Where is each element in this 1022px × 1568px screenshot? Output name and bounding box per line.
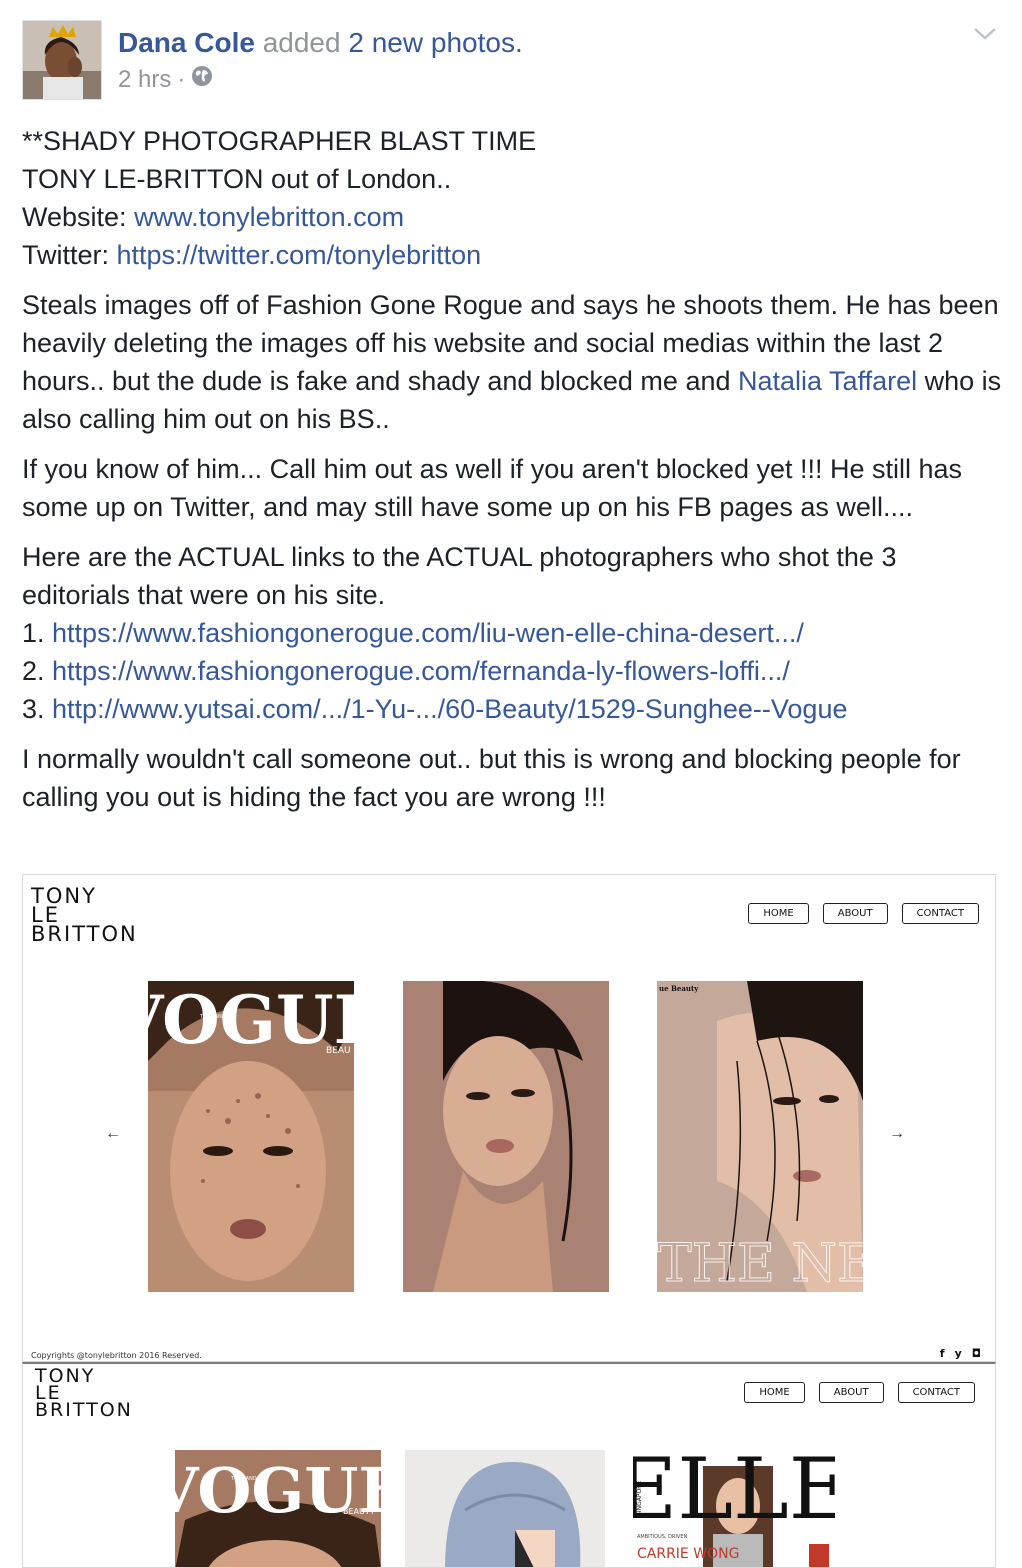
post-photo-2[interactable]: TONY LE BRITTON HOME ABOUT CONTACT VOGUE… [22, 1362, 996, 1568]
nav-home-button: HOME [744, 1382, 805, 1403]
nav-about-button: ABOUT [818, 1382, 884, 1403]
post-paragraph-3: If you know of him... Call him out as we… [22, 454, 963, 522]
post-paragraph-2: Steals images off of Fashion Gone Rogue … [22, 286, 1007, 438]
source-link-2[interactable]: https://www.fashiongonerogue.com/fernand… [52, 656, 790, 686]
cover-photo-elle: ELLE SINGAPORE AMBITIOUS, DRIVEN CARRIE … [633, 1446, 835, 1567]
website-label: Website: [22, 202, 135, 232]
chevron-down-icon[interactable] [972, 22, 998, 44]
twitter-icon: y [954, 1347, 962, 1360]
twitter-link[interactable]: https://twitter.com/tonylebritton [117, 240, 482, 270]
facebook-icon: f [939, 1347, 945, 1360]
instagram-icon: ◘ [971, 1347, 981, 1360]
nav-about-button: ABOUT [822, 903, 888, 924]
cover-title: ELLE [633, 1446, 835, 1538]
cover-photo-vogue-beauty: ue Beauty THE NEW [657, 981, 863, 1292]
post-line-title: **SHADY PHOTOGRAPHER BLAST TIME [22, 126, 537, 156]
site-nav: HOME ABOUT CONTACT [744, 1382, 975, 1403]
twitter-label: Twitter: [22, 240, 117, 270]
cover-overlay-text: THE NEW [657, 1234, 863, 1292]
link-number: 1. [22, 618, 53, 648]
cover-side-text: BEAU [326, 1046, 351, 1056]
post-meta: 2 hrs · [118, 64, 213, 96]
cover-corner-text: ue Beauty [659, 984, 699, 993]
logo-line: BRITTON [35, 1399, 133, 1421]
site-logo: TONY LE BRITTON [35, 1367, 133, 1421]
post-paragraph-4: Here are the ACTUAL links to the ACTUAL … [22, 538, 1007, 728]
blue-hair-photo [405, 1450, 605, 1567]
prev-arrow-icon: ← [105, 1125, 121, 1142]
cover-side-text: BEAUTY [343, 1507, 375, 1516]
cover-subtitle: THAILAND [199, 1014, 226, 1020]
site-logo: TONY LE BRITTON [31, 886, 138, 946]
author-name[interactable]: Dana Cole [118, 27, 255, 58]
cover-title: VOGUE [175, 1454, 381, 1527]
links-intro: Here are the ACTUAL links to the ACTUAL … [22, 542, 897, 610]
link-number: 2. [22, 656, 53, 686]
cover-name: CARRIE WONG [637, 1546, 739, 1562]
link-number: 3. [22, 694, 53, 724]
post-header: Dana Cole added 2 new photos. [118, 26, 523, 60]
action-object-link[interactable]: 2 new photos. [348, 27, 522, 58]
source-link-3[interactable]: http://www.yutsai.com/.../1-Yu-.../60-Be… [52, 694, 847, 724]
cover-title: VOGUE [148, 981, 354, 1059]
logo-line: BRITTON [31, 922, 138, 946]
mention-link[interactable]: Natalia Taffarel [738, 366, 917, 396]
post-photo-1[interactable]: TONY LE BRITTON HOME ABOUT CONTACT ← → V… [22, 874, 996, 1362]
next-arrow-icon: → [889, 1125, 905, 1142]
cover-subtitle: THAILAND [230, 1476, 257, 1482]
globe-icon[interactable] [191, 64, 213, 96]
meta-separator: · [177, 66, 186, 93]
post-paragraph-1: **SHADY PHOTOGRAPHER BLAST TIME TONY LE-… [22, 122, 1007, 274]
nav-contact-button: CONTACT [901, 903, 979, 924]
website-link[interactable]: www.tonylebritton.com [134, 202, 404, 232]
cover-photo-vogue: VOGUE THAILAND BEAU [148, 981, 354, 1292]
cover-photo-vogue: VOGUE THAILAND BEAUTY [175, 1450, 381, 1567]
post-body: **SHADY PHOTOGRAPHER BLAST TIME TONY LE-… [22, 122, 1007, 828]
cover-tagline: AMBITIOUS, DRIVEN [637, 1534, 687, 1540]
post-timestamp[interactable]: 2 hrs [118, 64, 171, 96]
site-socials: f y ◘ [940, 1347, 981, 1360]
nav-home-button: HOME [748, 903, 809, 924]
avatar-image [23, 21, 101, 99]
site-copyright: Copyrights @tonylebritton 2016 Reserved. [31, 1351, 202, 1360]
post-line-subject: TONY LE-BRITTON out of London.. [22, 164, 452, 194]
avatar[interactable] [22, 20, 102, 100]
portrait-photo [403, 981, 609, 1292]
post-paragraph-5: I normally wouldn't call someone out.. b… [22, 744, 961, 812]
nav-contact-button: CONTACT [897, 1382, 975, 1403]
action-verb: added [262, 27, 341, 58]
source-link-1[interactable]: https://www.fashiongonerogue.com/liu-wen… [52, 618, 804, 648]
cover-side-text: SINGAPORE [636, 1481, 643, 1516]
site-nav: HOME ABOUT CONTACT [748, 903, 979, 924]
